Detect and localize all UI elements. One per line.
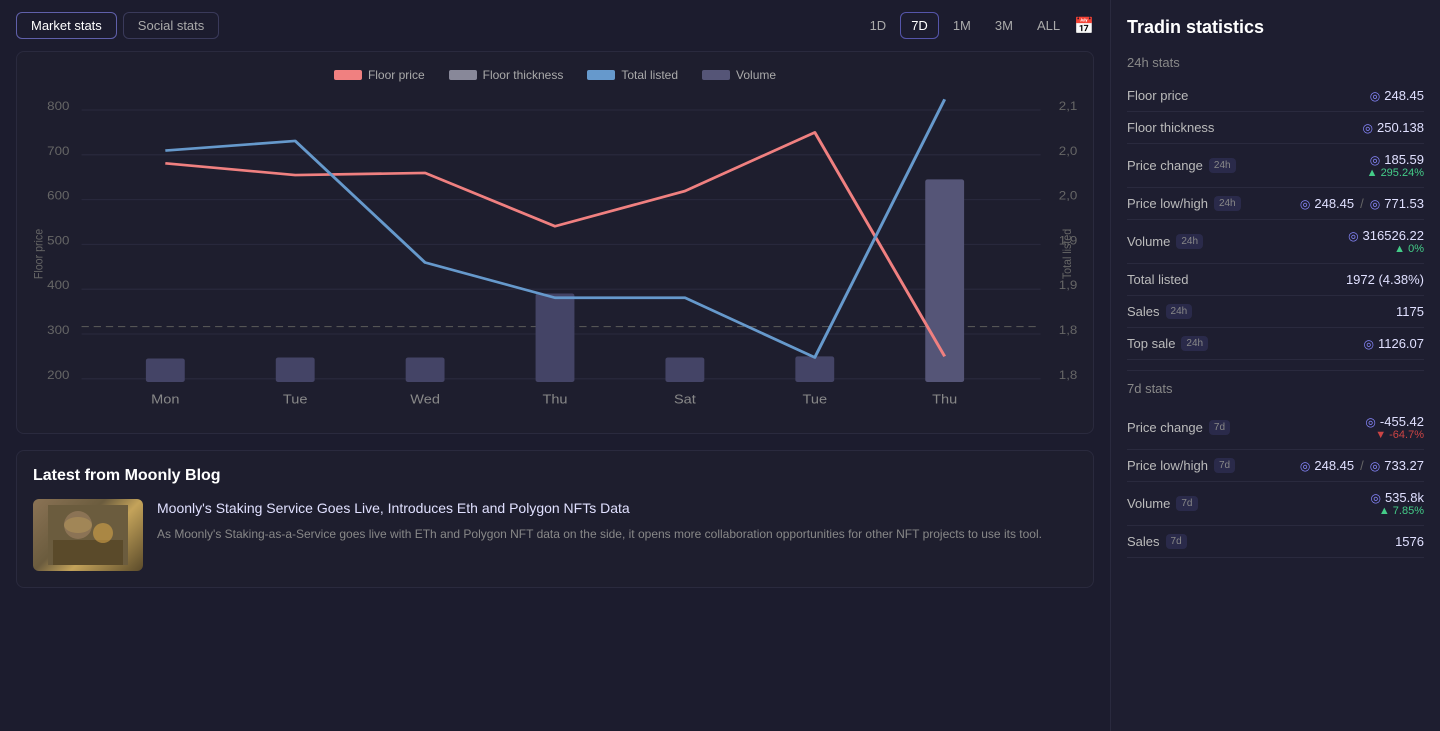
- stat-row-sales-7d: Sales 7d 1576: [1127, 526, 1424, 558]
- svg-text:1,850: 1,850: [1059, 324, 1077, 337]
- legend-swatch-total-listed: [587, 70, 615, 80]
- stat-row-total-listed: Total listed 1972 (4.38%): [1127, 264, 1424, 296]
- stat-row-floor-price: Floor price ◎248.45: [1127, 80, 1424, 112]
- svg-text:Wed: Wed: [410, 392, 440, 406]
- chart-container: Floor price Floor thickness Total listed…: [16, 51, 1094, 434]
- stat-row-top-sale-24h: Top sale 24h ◎1126.07: [1127, 328, 1424, 360]
- stat-label-price-lowhigh-24h: Price low/high 24h: [1127, 196, 1241, 211]
- stat-value-sales-7d: 1576: [1395, 534, 1424, 549]
- stat-label-sales-7d: Sales 7d: [1127, 534, 1187, 549]
- stat-row-price-change-24h: Price change 24h ◎185.59 ▲ 295.24%: [1127, 144, 1424, 188]
- svg-text:Floor price: Floor price: [33, 229, 46, 279]
- blog-section-title: Latest from Moonly Blog: [33, 467, 1077, 485]
- svg-text:700: 700: [47, 145, 69, 158]
- time-btn-7d[interactable]: 7D: [900, 12, 939, 39]
- stat-label-sales-24h: Sales 24h: [1127, 304, 1192, 319]
- stat-value-price-change-7d: ◎-455.42 ▼ -64.7%: [1365, 414, 1424, 441]
- stat-label-price-lowhigh-7d: Price low/high 7d: [1127, 458, 1235, 473]
- svg-text:1,800: 1,800: [1059, 369, 1077, 382]
- time-group: 1D 7D 1M 3M ALL 📅: [860, 12, 1094, 39]
- time-btn-all[interactable]: ALL: [1027, 13, 1070, 38]
- stat-row-volume-7d: Volume 7d ◎535.8k ▲ 7.85%: [1127, 482, 1424, 526]
- svg-text:Thu: Thu: [542, 392, 567, 406]
- legend-swatch-volume: [702, 70, 730, 80]
- legend-label-volume: Volume: [736, 68, 776, 82]
- svg-text:Thu: Thu: [932, 392, 957, 406]
- blog-section: Latest from Moonly Blog Moonly's Staking…: [16, 450, 1094, 588]
- stat-row-sales-24h: Sales 24h 1175: [1127, 296, 1424, 328]
- svg-text:400: 400: [47, 279, 69, 292]
- svg-text:Tue: Tue: [283, 392, 308, 406]
- stat-value-price-lowhigh-24h: ◎248.45 / ◎771.53: [1300, 196, 1424, 211]
- tab-market-stats[interactable]: Market stats: [16, 12, 117, 39]
- stat-row-price-lowhigh-24h: Price low/high 24h ◎248.45 / ◎771.53: [1127, 188, 1424, 220]
- stat-row-price-lowhigh-7d: Price low/high 7d ◎248.45 / ◎733.27: [1127, 450, 1424, 482]
- stats-24h-label: 24h stats: [1127, 55, 1424, 70]
- blog-item-description: As Moonly's Staking-as-a-Service goes li…: [157, 525, 1042, 543]
- legend-floor-price: Floor price: [334, 68, 425, 82]
- time-btn-1d[interactable]: 1D: [860, 13, 897, 38]
- tab-social-stats[interactable]: Social stats: [123, 12, 219, 39]
- stat-label-total-listed: Total listed: [1127, 272, 1188, 287]
- legend-volume: Volume: [702, 68, 776, 82]
- svg-text:300: 300: [47, 324, 69, 337]
- stat-value-price-lowhigh-7d: ◎248.45 / ◎733.27: [1300, 458, 1424, 473]
- svg-text:200: 200: [47, 369, 69, 382]
- stat-label-price-change-7d: Price change 7d: [1127, 420, 1230, 435]
- svg-text:Mon: Mon: [151, 392, 179, 406]
- svg-text:Sat: Sat: [674, 392, 696, 406]
- stat-label-price-change-24h: Price change 24h: [1127, 158, 1236, 173]
- svg-text:Tue: Tue: [803, 392, 828, 406]
- blog-item-content: Moonly's Staking Service Goes Live, Intr…: [157, 499, 1042, 543]
- stat-value-price-change-24h: ◎185.59 ▲ 295.24%: [1367, 152, 1424, 179]
- svg-text:800: 800: [47, 100, 69, 113]
- svg-text:Total listed: Total listed: [1061, 229, 1074, 279]
- time-btn-3m[interactable]: 3M: [985, 13, 1023, 38]
- stat-row-volume-24h: Volume 24h ◎316526.22 ▲ 0%: [1127, 220, 1424, 264]
- calendar-button[interactable]: 📅: [1074, 16, 1094, 36]
- stat-row-floor-thickness: Floor thickness ◎250.138: [1127, 112, 1424, 144]
- tab-group: Market stats Social stats: [16, 12, 219, 39]
- legend-label-floor-thickness: Floor thickness: [483, 68, 564, 82]
- chart-legend: Floor price Floor thickness Total listed…: [33, 68, 1077, 82]
- stat-value-floor-price: ◎248.45: [1370, 88, 1424, 103]
- stat-row-price-change-7d: Price change 7d ◎-455.42 ▼ -64.7%: [1127, 406, 1424, 450]
- stat-value-sales-24h: 1175: [1396, 304, 1424, 319]
- blog-item-headline: Moonly's Staking Service Goes Live, Intr…: [157, 499, 1042, 519]
- sidebar: Tradin statistics 24h stats Floor price …: [1110, 0, 1440, 731]
- stat-value-volume-7d: ◎535.8k ▲ 7.85%: [1370, 490, 1424, 517]
- stats-7d-label: 7d stats: [1127, 381, 1424, 396]
- svg-text:600: 600: [47, 189, 69, 202]
- stat-label-floor-thickness: Floor thickness: [1127, 120, 1214, 135]
- sidebar-title: Tradin statistics: [1127, 16, 1424, 39]
- controls-row: Market stats Social stats 1D 7D 1M 3M AL…: [16, 12, 1094, 39]
- svg-text:2,050: 2,050: [1059, 145, 1077, 158]
- svg-text:1,900: 1,900: [1059, 279, 1077, 292]
- time-btn-1m[interactable]: 1M: [943, 13, 981, 38]
- legend-swatch-floor-price: [334, 70, 362, 80]
- legend-label-total-listed: Total listed: [621, 68, 678, 82]
- legend-total-listed: Total listed: [587, 68, 678, 82]
- stat-label-top-sale-24h: Top sale 24h: [1127, 336, 1208, 351]
- stat-label-volume-7d: Volume 7d: [1127, 496, 1198, 511]
- stat-value-floor-thickness: ◎250.138: [1363, 120, 1424, 135]
- blog-item: Moonly's Staking Service Goes Live, Intr…: [33, 499, 1077, 571]
- svg-text:2,100: 2,100: [1059, 100, 1077, 113]
- svg-text:500: 500: [47, 234, 69, 247]
- chart-svg: 800 700 600 500 400 300 200 2,100 2,050 …: [33, 94, 1077, 414]
- legend-floor-thickness: Floor thickness: [449, 68, 564, 82]
- blog-thumbnail: [33, 499, 143, 571]
- stat-label-volume-24h: Volume 24h: [1127, 234, 1203, 249]
- stat-value-total-listed: 1972 (4.38%): [1346, 272, 1424, 287]
- stat-value-top-sale-24h: ◎1126.07: [1363, 336, 1424, 351]
- legend-swatch-floor-thickness: [449, 70, 477, 80]
- stat-label-floor-price: Floor price: [1127, 88, 1188, 103]
- svg-text:2,000: 2,000: [1059, 189, 1077, 202]
- stat-value-volume-24h: ◎316526.22 ▲ 0%: [1348, 228, 1424, 255]
- legend-label-floor-price: Floor price: [368, 68, 425, 82]
